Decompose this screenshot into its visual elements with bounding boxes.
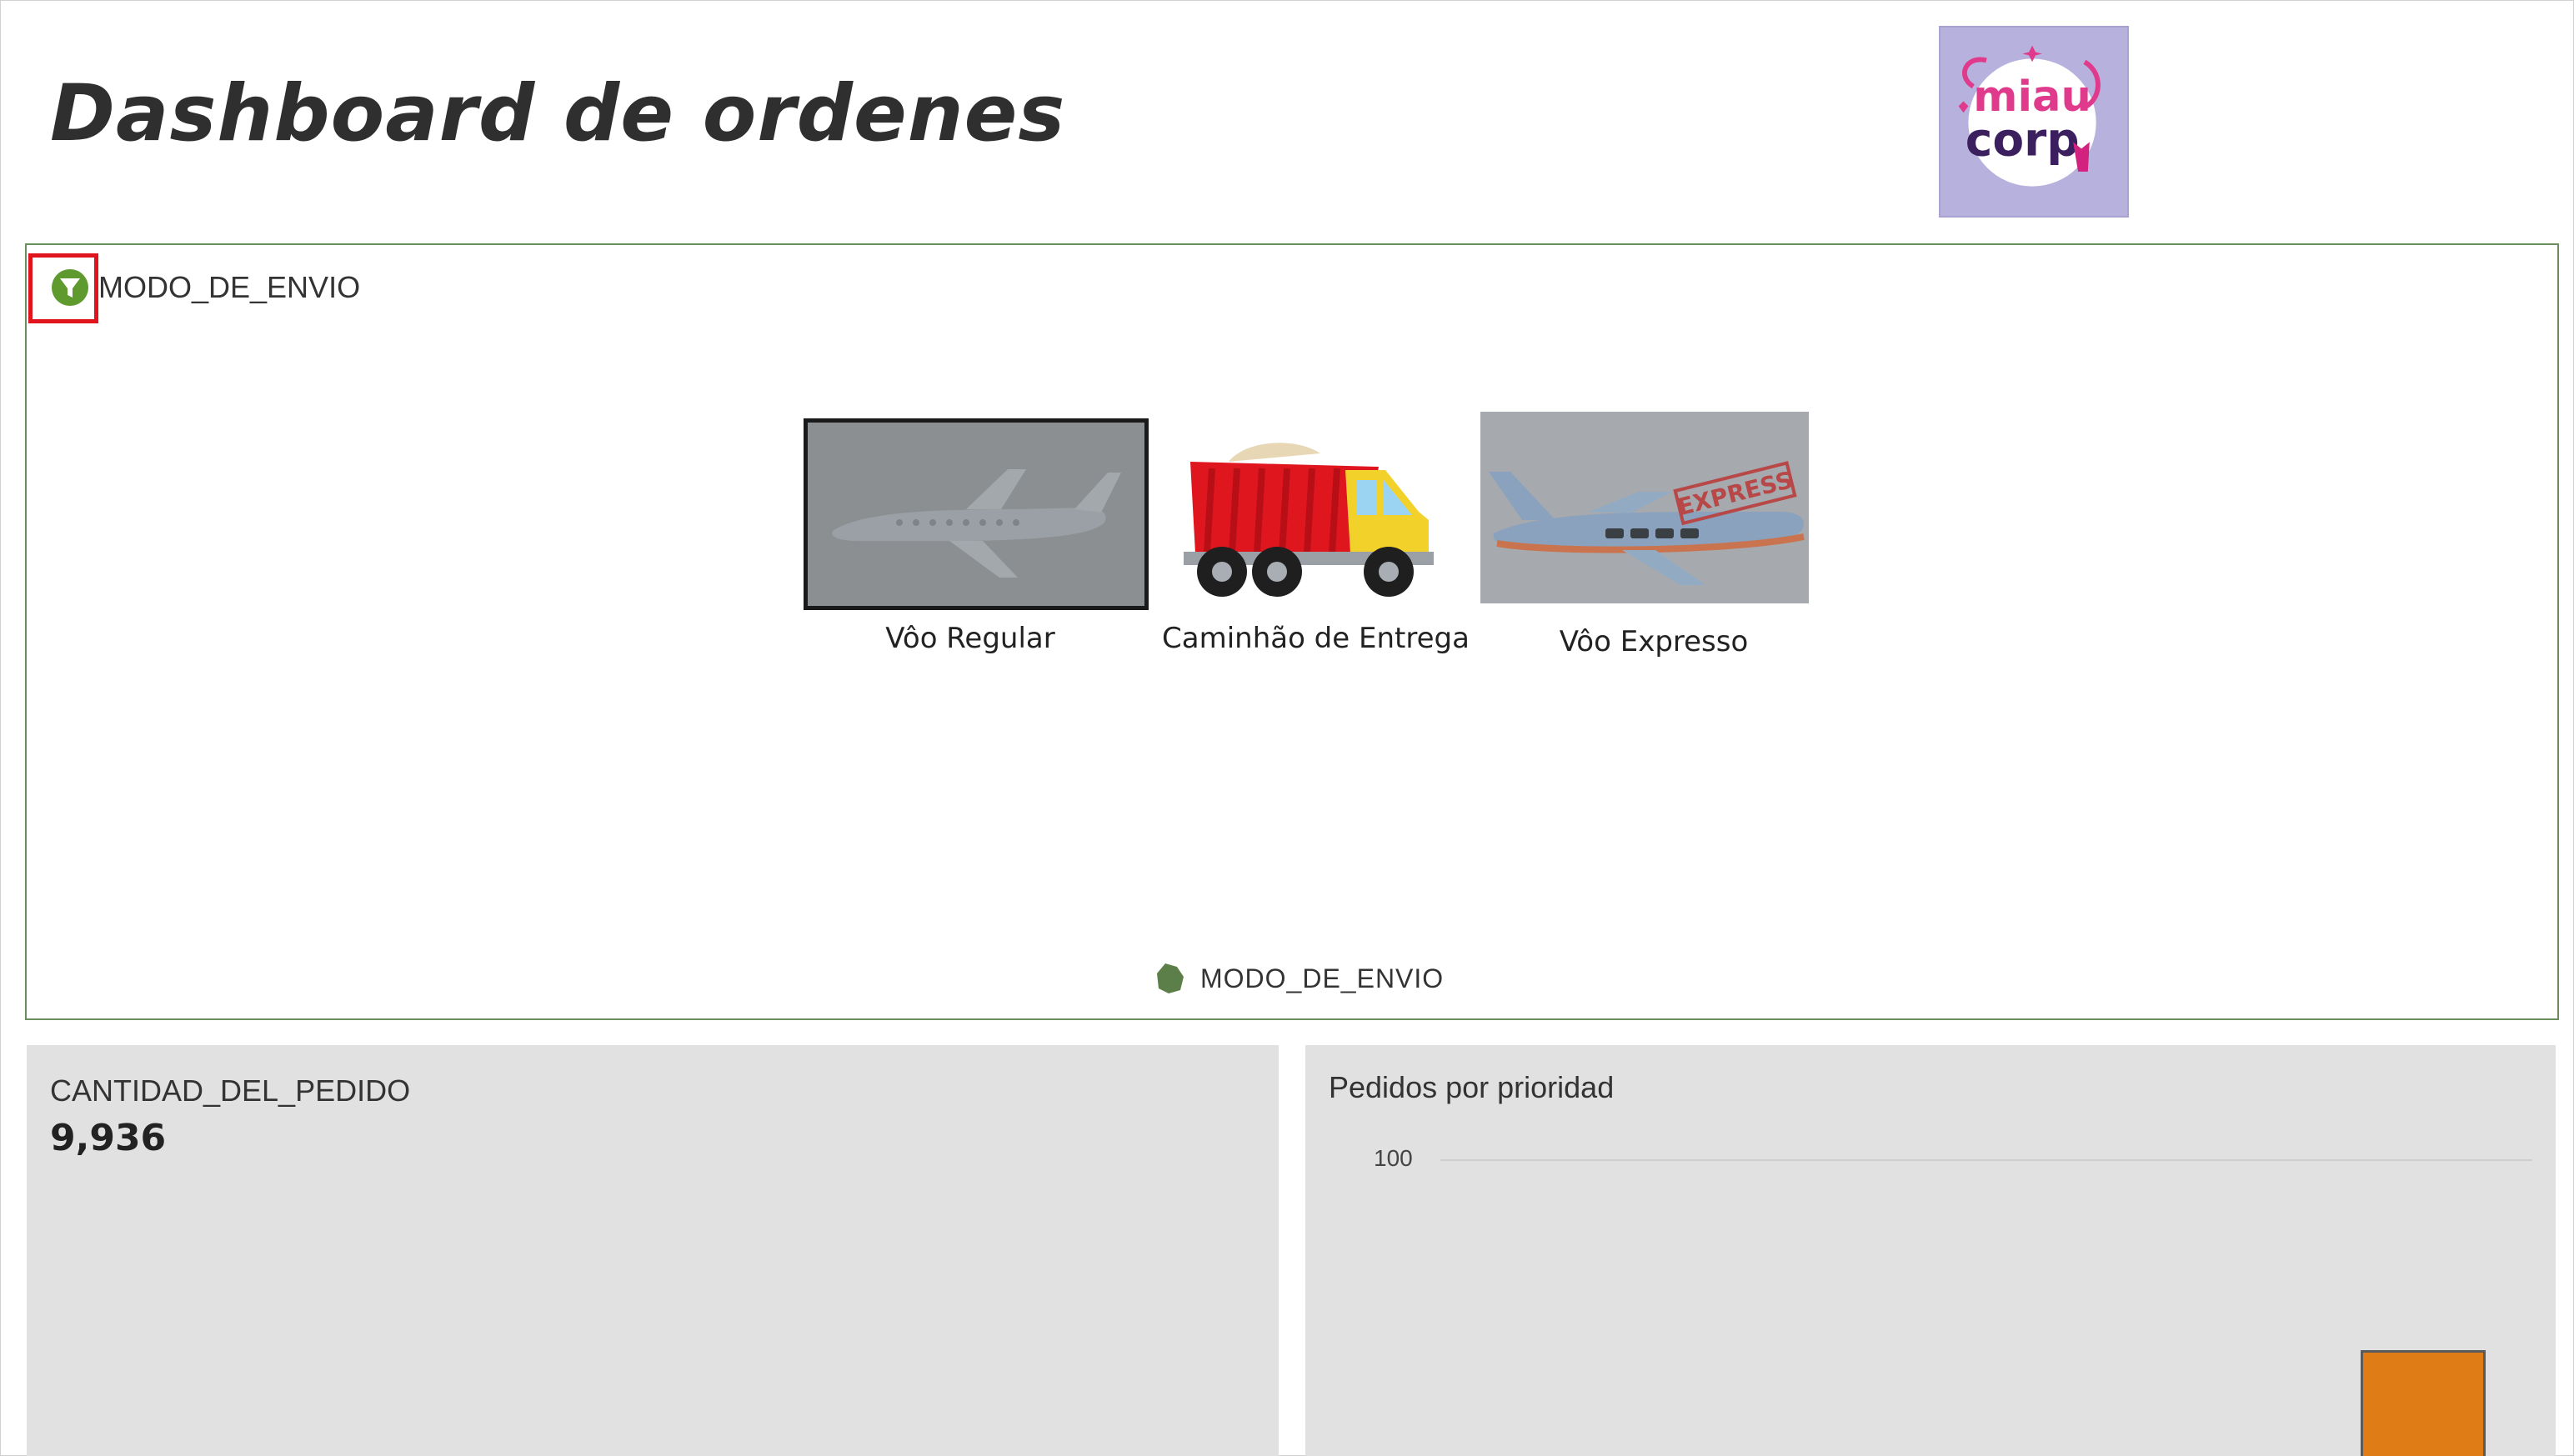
airplane-express-image[interactable]: EXPRESS bbox=[1480, 412, 1809, 603]
page-title: Dashboard de ordenes bbox=[50, 68, 1066, 159]
option-label: Caminhão de Entrega bbox=[1162, 622, 1470, 655]
orders-by-priority-tile: Pedidos por prioridad 100 bbox=[1305, 1045, 2556, 1456]
shipping-mode-filter-panel: MODO_DE_ENVIO Vôo Regular Caminhão de En… bbox=[25, 243, 2559, 1020]
gridline bbox=[1440, 1159, 2532, 1161]
option-label: Vôo Regular bbox=[885, 622, 1055, 655]
option-caminhao-de-entrega[interactable]: Caminhão de Entrega bbox=[1162, 412, 1470, 678]
legend-shape-icon bbox=[1157, 963, 1184, 993]
filter-icon[interactable] bbox=[50, 268, 90, 308]
express-airplane-icon: EXPRESS bbox=[1480, 412, 1809, 603]
logo-text-corp: corp bbox=[1966, 113, 2080, 166]
kpi-value: 9,936 bbox=[50, 1117, 167, 1159]
company-logo: miau corp bbox=[1939, 26, 2129, 218]
truck-image[interactable] bbox=[1179, 428, 1445, 612]
order-quantity-tile: CANTIDAD_DEL_PEDIDO 9,936 bbox=[27, 1045, 1279, 1456]
logo-image: miau corp bbox=[1958, 45, 2101, 187]
airplane-icon bbox=[808, 423, 1144, 606]
legend-label: MODO_DE_ENVIO bbox=[1200, 963, 1445, 993]
chart-title: Pedidos por prioridad bbox=[1329, 1070, 1615, 1104]
option-label: Vôo Expresso bbox=[1559, 625, 1749, 658]
filter-label: MODO_DE_ENVIO bbox=[98, 270, 361, 304]
chart-bar[interactable] bbox=[2361, 1350, 2486, 1456]
airplane-regular-image[interactable] bbox=[804, 418, 1149, 610]
option-voo-expresso[interactable]: EXPRESS Vôo Expresso bbox=[1454, 412, 1854, 678]
y-axis-tick: 100 bbox=[1374, 1145, 1413, 1171]
kpi-title: CANTIDAD_DEL_PEDIDO bbox=[50, 1073, 411, 1108]
truck-icon bbox=[1184, 443, 1434, 597]
option-voo-regular[interactable]: Vôo Regular bbox=[779, 418, 1162, 677]
